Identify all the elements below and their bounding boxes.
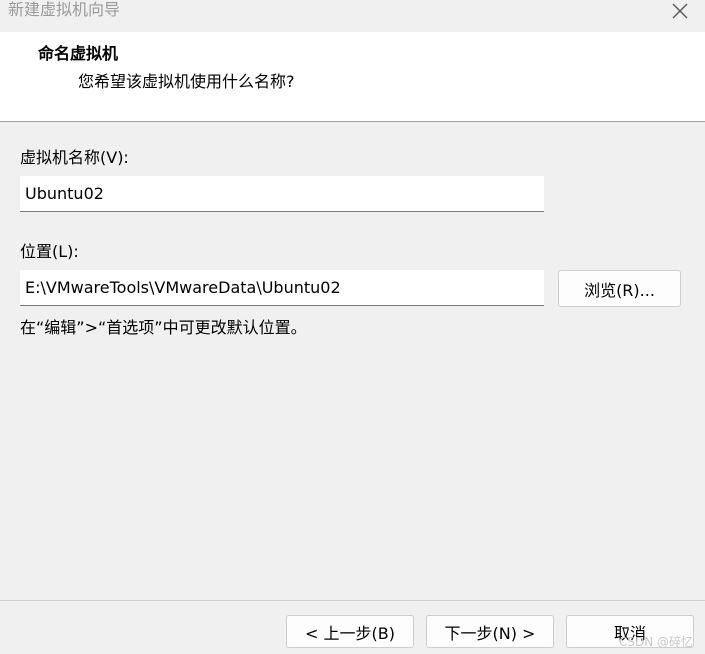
window-title: 新建虚拟机向导: [8, 0, 121, 19]
vm-name-input[interactable]: [20, 176, 544, 212]
browse-button[interactable]: 浏览(R)...: [558, 270, 681, 307]
back-button[interactable]: < 上一步(B): [286, 615, 414, 648]
next-button[interactable]: 下一步(N) >: [426, 615, 554, 648]
title-bar: 新建虚拟机向导: [0, 0, 705, 32]
close-icon: [672, 3, 688, 19]
close-button[interactable]: [655, 0, 705, 22]
location-hint: 在“编辑”>“首选项”中可更改默认位置。: [20, 318, 307, 337]
wizard-header: 命名虚拟机 您希望该虚拟机使用什么名称?: [0, 32, 705, 122]
vm-name-label: 虚拟机名称(V):: [20, 148, 129, 167]
wizard-content: 虚拟机名称(V): 位置(L): 浏览(R)... 在“编辑”>“首选项”中可更…: [0, 122, 705, 600]
wizard-footer: < 上一步(B) 下一步(N) > 取消 CSDN @碎忆: [0, 600, 705, 654]
page-title: 命名虚拟机: [38, 44, 119, 63]
location-input[interactable]: [20, 270, 544, 306]
location-label: 位置(L):: [20, 242, 79, 261]
watermark: CSDN @碎忆: [618, 635, 693, 649]
page-subtitle: 您希望该虚拟机使用什么名称?: [78, 72, 295, 91]
